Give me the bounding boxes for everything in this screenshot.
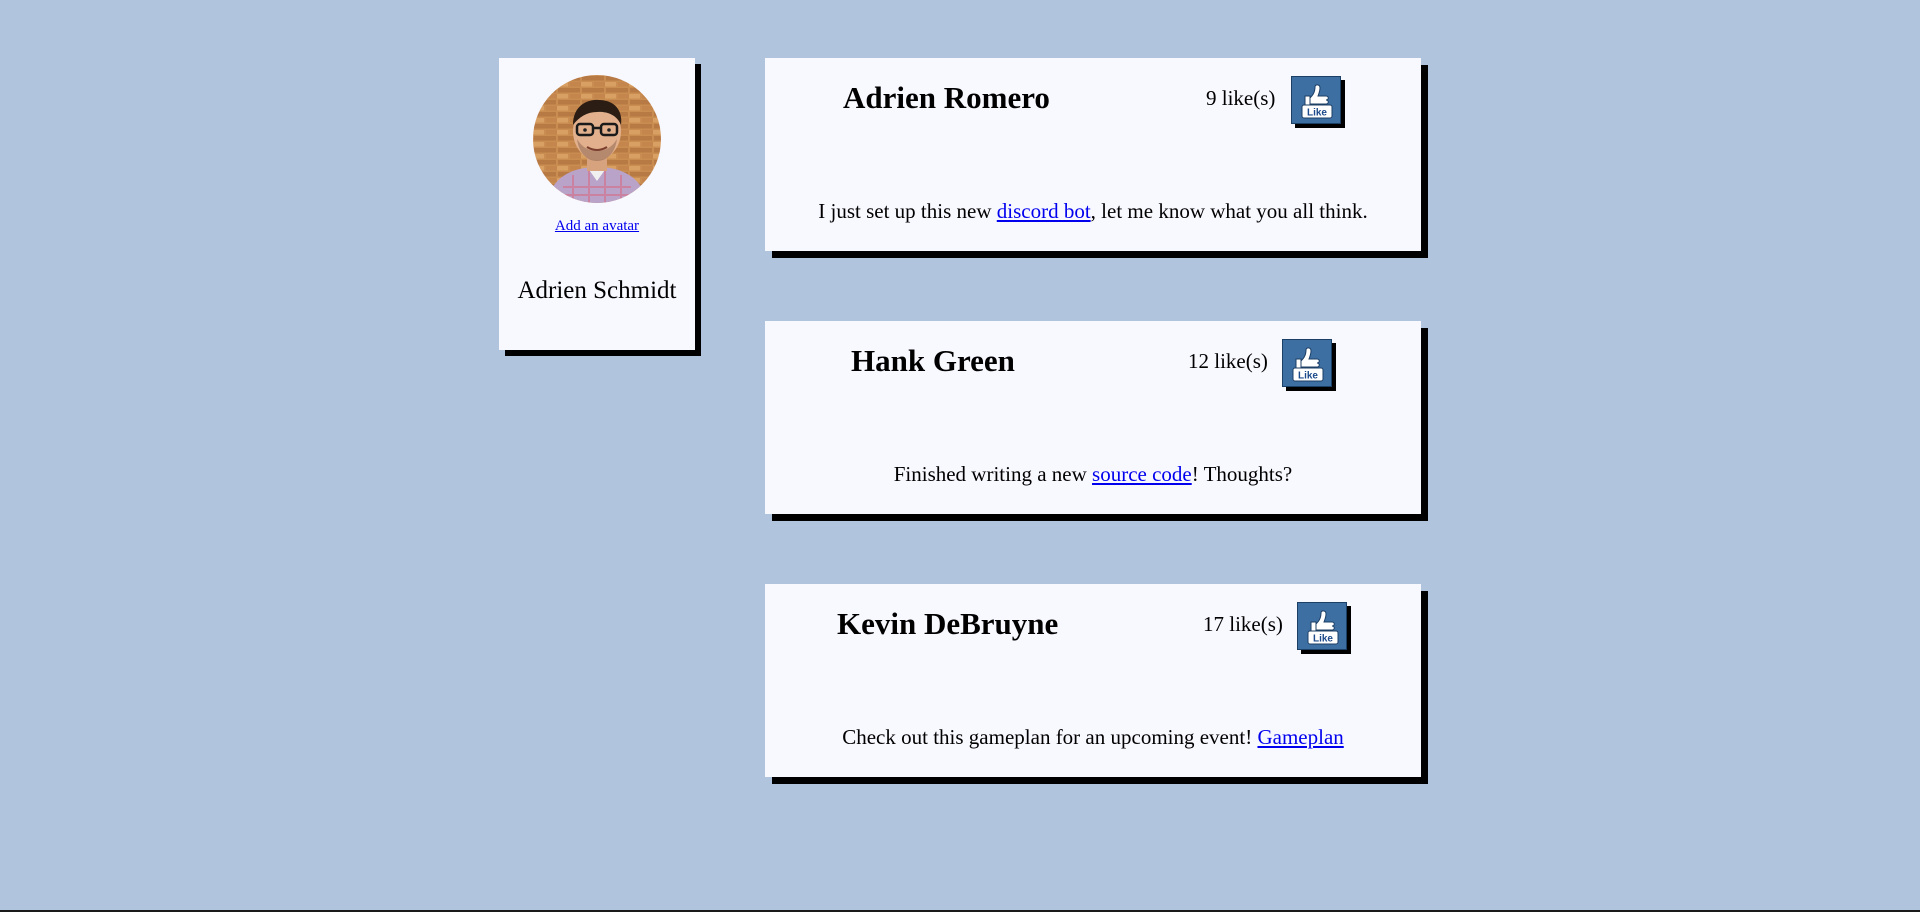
add-avatar-link[interactable]: Add an avatar bbox=[499, 218, 695, 235]
post-author: Kevin DeBruyne bbox=[837, 606, 1059, 641]
like-icon: Like bbox=[1307, 610, 1339, 645]
post-card: Hank Green 12 like(s) Like Finished writ… bbox=[765, 321, 1421, 514]
post-link[interactable]: source code bbox=[1092, 462, 1192, 486]
profile-card: Add an avatar Adrien Schmidt bbox=[499, 58, 695, 350]
post-header: Kevin DeBruyne 17 like(s) Like bbox=[765, 584, 1421, 684]
post-header: Hank Green 12 like(s) Like bbox=[765, 321, 1421, 421]
post-header: Adrien Romero 9 like(s) Like bbox=[765, 58, 1421, 158]
like-button-label: Like bbox=[1298, 371, 1318, 382]
post-link[interactable]: discord bot bbox=[997, 199, 1091, 223]
post-author: Adrien Romero bbox=[843, 80, 1050, 115]
post-card: Adrien Romero 9 like(s) Like I just set … bbox=[765, 58, 1421, 251]
post-text-after: , let me know what you all think. bbox=[1090, 199, 1368, 223]
likes-count: 12 like(s) bbox=[1188, 349, 1268, 373]
like-icon: Like bbox=[1301, 84, 1333, 119]
avatar bbox=[533, 75, 661, 203]
like-button[interactable]: Like bbox=[1297, 602, 1347, 650]
post-body: Finished writing a new source code! Thou… bbox=[765, 462, 1421, 486]
post-link[interactable]: Gameplan bbox=[1257, 725, 1343, 749]
likes-count: 9 like(s) bbox=[1206, 86, 1276, 110]
like-icon: Like bbox=[1292, 347, 1324, 382]
profile-name: Adrien Schmidt bbox=[517, 277, 677, 304]
post-card: Kevin DeBruyne 17 like(s) Like Check out… bbox=[765, 584, 1421, 777]
post-text-before: I just set up this new bbox=[818, 199, 997, 223]
post-body: Check out this gameplan for an upcoming … bbox=[765, 725, 1421, 749]
post-text-after: ! Thoughts? bbox=[1191, 462, 1293, 486]
post-text-before: Check out this gameplan for an upcoming … bbox=[842, 725, 1258, 749]
like-button[interactable]: Like bbox=[1282, 339, 1332, 387]
post-body: I just set up this new discord bot, let … bbox=[765, 199, 1421, 223]
like-button[interactable]: Like bbox=[1291, 76, 1341, 124]
like-button-label: Like bbox=[1313, 634, 1333, 645]
like-button-label: Like bbox=[1307, 108, 1327, 119]
post-author: Hank Green bbox=[851, 343, 1015, 378]
likes-count: 17 like(s) bbox=[1203, 612, 1283, 636]
post-text-before: Finished writing a new bbox=[893, 462, 1093, 486]
